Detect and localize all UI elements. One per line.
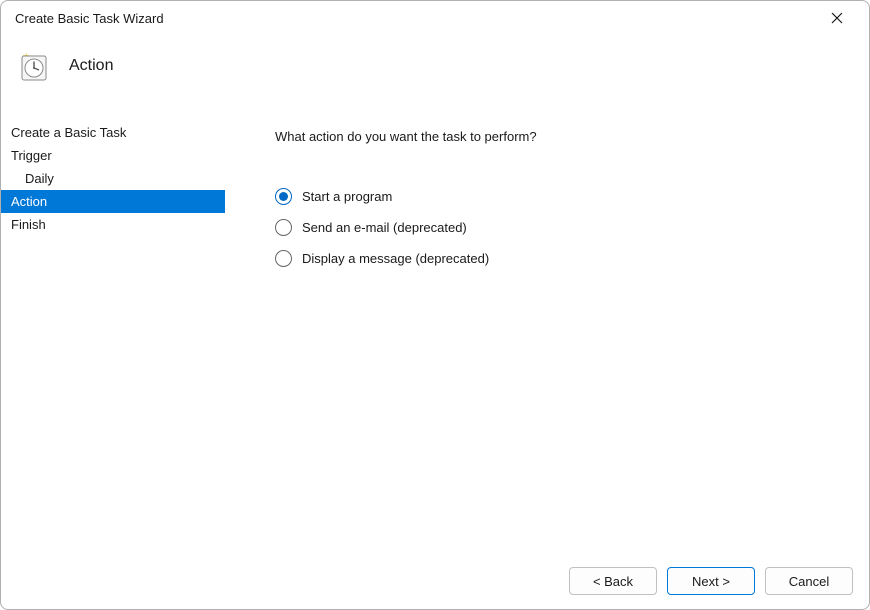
sidebar-item-daily[interactable]: Daily [1, 167, 225, 190]
action-question: What action do you want the task to perf… [275, 129, 845, 144]
close-button[interactable] [817, 3, 857, 33]
sidebar-item-trigger[interactable]: Trigger [1, 144, 225, 167]
next-button[interactable]: Next > [667, 567, 755, 595]
wizard-header: Action [1, 35, 869, 111]
radio-button[interactable] [275, 219, 292, 236]
back-button[interactable]: < Back [569, 567, 657, 595]
radio-label: Display a message (deprecated) [302, 251, 489, 266]
cancel-button[interactable]: Cancel [765, 567, 853, 595]
sidebar-item-action[interactable]: Action [1, 190, 225, 213]
window-title: Create Basic Task Wizard [13, 11, 164, 26]
radio-button[interactable] [275, 188, 292, 205]
radio-display-message[interactable]: Display a message (deprecated) [275, 250, 845, 267]
wizard-main-pane: What action do you want the task to perf… [225, 111, 869, 551]
clock-icon [17, 49, 51, 83]
radio-label: Start a program [302, 189, 392, 204]
radio-label: Send an e-mail (deprecated) [302, 220, 467, 235]
close-icon [831, 12, 843, 24]
titlebar: Create Basic Task Wizard [1, 1, 869, 35]
page-title: Action [69, 57, 113, 75]
wizard-steps-sidebar: Create a Basic Task Trigger Daily Action… [1, 111, 225, 551]
sidebar-item-create-basic-task[interactable]: Create a Basic Task [1, 121, 225, 144]
action-radio-group: Start a program Send an e-mail (deprecat… [275, 188, 845, 267]
radio-send-email[interactable]: Send an e-mail (deprecated) [275, 219, 845, 236]
wizard-footer: < Back Next > Cancel [569, 567, 853, 595]
radio-button[interactable] [275, 250, 292, 267]
radio-start-program[interactable]: Start a program [275, 188, 845, 205]
sidebar-item-finish[interactable]: Finish [1, 213, 225, 236]
